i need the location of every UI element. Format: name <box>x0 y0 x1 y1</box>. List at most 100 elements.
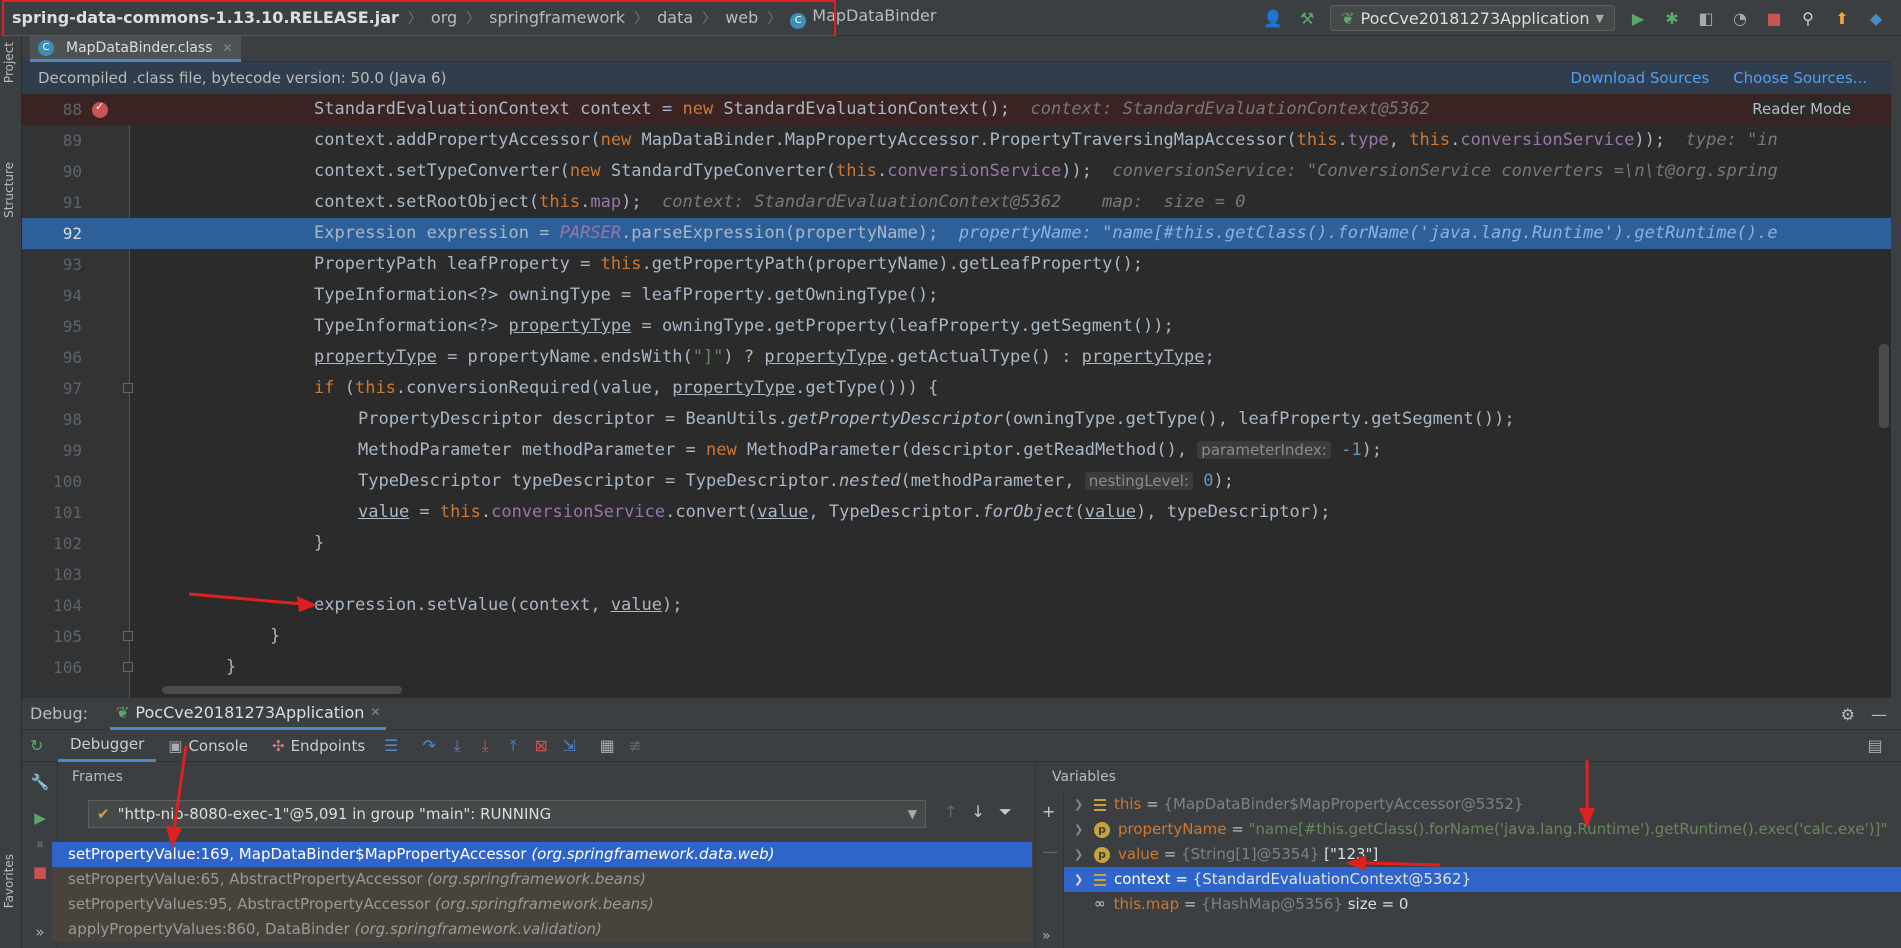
breadcrumb-web[interactable]: web <box>725 8 758 27</box>
search-icon[interactable]: ⚲ <box>1797 7 1819 29</box>
code-line-95[interactable]: 95 TypeInformation<?> propertyType = own… <box>22 311 1891 342</box>
variable-this[interactable]: ❯ this = {MapDataBinder$MapPropertyAcces… <box>1064 792 1901 817</box>
frame-item[interactable]: setPropertyValues:95, AbstractPropertyAc… <box>52 892 1032 917</box>
fold-marker-icon[interactable] <box>123 662 133 672</box>
variable-value[interactable]: ❯ p value = {String[1]@5354} ["123"] <box>1064 842 1901 867</box>
code-line-90[interactable]: 90 context.setTypeConverter(new Standard… <box>22 156 1891 187</box>
tab-console[interactable]: ▣ Console <box>156 730 260 762</box>
update-icon[interactable]: ⬆ <box>1831 7 1853 29</box>
profile-icon[interactable]: ◔ <box>1729 7 1751 29</box>
expand-icon[interactable]: ❯ <box>1074 817 1086 842</box>
code-line-92-current[interactable]: 92 Expression expression = PARSER.parseE… <box>22 218 1891 249</box>
breadcrumb-org[interactable]: org <box>431 8 457 27</box>
arrow-down-icon[interactable]: ↓ <box>971 802 984 822</box>
stop-icon[interactable]: ■ <box>1763 7 1785 29</box>
step-into-icon[interactable]: ⤓ <box>443 732 471 760</box>
code-line-97[interactable]: 97 if (this.conversionRequired(value, pr… <box>22 373 1891 404</box>
frame-item[interactable]: setPropertyValue:169, MapDataBinder$MapP… <box>52 842 1032 867</box>
debug-bug-icon[interactable]: ✱ <box>1661 7 1683 29</box>
choose-sources-link[interactable]: Choose Sources... <box>1733 69 1867 87</box>
vertical-scrollbar[interactable] <box>1879 344 1889 428</box>
breadcrumb-class[interactable]: C MapDataBinder <box>790 6 936 29</box>
layout-icon[interactable]: ▤ <box>1861 732 1889 760</box>
expand-icon[interactable]: ❯ <box>1074 867 1086 892</box>
arrow-up-icon[interactable]: ↑ <box>944 802 957 822</box>
expand-icon[interactable]: ❯ <box>1074 842 1086 867</box>
resume-icon[interactable]: ▶ <box>28 806 52 830</box>
code-line-94[interactable]: 94 TypeInformation<?> owningType = leafP… <box>22 280 1891 311</box>
force-step-into-icon[interactable]: ⤓ <box>471 732 499 760</box>
horizontal-scrollbar[interactable] <box>162 686 402 694</box>
stop-icon[interactable]: ■ <box>28 860 52 884</box>
code-line-96[interactable]: 96 propertyType = propertyName.endsWith(… <box>22 342 1891 373</box>
evaluate-expression-icon[interactable]: ▦ <box>593 732 621 760</box>
coverage-icon[interactable]: ◧ <box>1695 7 1717 29</box>
remove-watch-icon[interactable]: — <box>1042 842 1058 861</box>
fold-marker-icon[interactable] <box>123 383 133 393</box>
close-icon[interactable]: ✕ <box>370 705 380 719</box>
breakpoint-icon[interactable] <box>92 100 108 118</box>
variable-this-map[interactable]: ∞ this.map = {HashMap@5356} size = 0 <box>1064 892 1901 917</box>
variable-context[interactable]: ❯ context = {StandardEvaluationContext@5… <box>1064 867 1901 892</box>
code-line-91[interactable]: 91 context.setRootObject(this.map); cont… <box>22 187 1891 218</box>
frame-item[interactable]: setPropertyValue:65, AbstractPropertyAcc… <box>52 867 1032 892</box>
tab-mapdatabinder-class[interactable]: C MapDataBinder.class ✕ <box>30 36 241 62</box>
code-line-89[interactable]: 89 context.addPropertyAccessor(new MapDa… <box>22 125 1891 156</box>
run-config-select[interactable]: ❦ PocCve20181273Application ▼ <box>1330 5 1615 31</box>
code-line-103[interactable]: 103 <box>22 559 1891 590</box>
pause-icon[interactable]: ⏸ <box>28 832 52 856</box>
variable-propertyname[interactable]: ❯ p propertyName = "name[#this.getClass(… <box>1064 817 1901 842</box>
code-line-100[interactable]: 100 TypeDescriptor typeDescriptor = Type… <box>22 466 1891 497</box>
breadcrumb: spring-data-commons-1.13.10.RELEASE.jar … <box>0 0 936 36</box>
favorites-tool-button[interactable]: Favorites <box>2 854 16 908</box>
fold-marker-icon[interactable] <box>123 631 133 641</box>
close-icon[interactable]: ✕ <box>223 41 233 55</box>
code-line-99[interactable]: 99 MethodParameter methodParameter = new… <box>22 435 1891 466</box>
download-sources-link[interactable]: Download Sources <box>1571 69 1710 87</box>
code-editor[interactable]: 88 StandardEvaluationContext context = n… <box>22 94 1891 698</box>
breadcrumb-springframework[interactable]: springframework <box>489 8 625 27</box>
frame-method: applyPropertyValues:860, DataBinder <box>68 920 350 938</box>
run-to-cursor-icon[interactable]: ⇲ <box>555 732 583 760</box>
step-over-icon[interactable]: ↷ <box>415 732 443 760</box>
code-line-98[interactable]: 98 PropertyDescriptor descriptor = BeanU… <box>22 404 1891 435</box>
minimize-icon[interactable]: — <box>1871 705 1887 724</box>
filter-icon[interactable]: ⏷ <box>999 802 1012 822</box>
more-icon[interactable]: » <box>1042 928 1051 944</box>
gear-icon[interactable]: ⚙ <box>1841 705 1855 724</box>
step-out-icon[interactable]: ⤒ <box>499 732 527 760</box>
breadcrumb-data[interactable]: data <box>657 8 693 27</box>
thread-select[interactable]: ✔ "http-nio-8080-exec-1"@5,091 in group … <box>88 800 926 828</box>
debug-session-tab[interactable]: ❦ PocCve20181273Application ✕ <box>110 698 387 730</box>
more-icon[interactable]: » <box>28 920 52 944</box>
user-icon[interactable]: 👤 <box>1262 7 1284 29</box>
build-hammer-icon[interactable]: ⚒ <box>1296 7 1318 29</box>
tab-endpoints[interactable]: ✣ Endpoints <box>260 730 377 762</box>
menu-lines-icon[interactable]: ☰ <box>377 732 405 760</box>
line-number: 96 <box>62 348 82 367</box>
add-watch-icon[interactable]: + <box>1042 802 1055 821</box>
code-line-88[interactable]: 88 StandardEvaluationContext context = n… <box>22 94 1891 125</box>
wrench-icon[interactable]: 🔧 <box>28 770 52 794</box>
rerun-icon[interactable]: ↻ <box>22 736 58 755</box>
reader-mode-button[interactable]: Reader Mode <box>1752 100 1851 118</box>
breadcrumb-jar[interactable]: spring-data-commons-1.13.10.RELEASE.jar <box>12 8 399 27</box>
code-line-104[interactable]: 104 expression.setValue(context, value); <box>22 590 1891 621</box>
run-icon[interactable]: ▶ <box>1627 7 1649 29</box>
tab-debugger[interactable]: Debugger <box>58 730 157 762</box>
code-line-102[interactable]: 102 } <box>22 528 1891 559</box>
plugin-icon[interactable]: ◆ <box>1865 7 1887 29</box>
code-line-93[interactable]: 93 PropertyPath leafProperty = this.getP… <box>22 249 1891 280</box>
code-line-106[interactable]: 106 } <box>22 652 1891 683</box>
structure-tool-button[interactable]: Structure <box>2 162 16 218</box>
chevron-right-icon: 〉 <box>767 10 782 27</box>
navigation-bar: spring-data-commons-1.13.10.RELEASE.jar … <box>0 0 1901 37</box>
class-icon: C <box>790 13 807 29</box>
trace-icon[interactable]: ≢ <box>621 732 649 760</box>
frame-item[interactable]: applyPropertyValues:860, DataBinder (org… <box>52 917 1032 942</box>
drop-frame-icon[interactable]: ⊠ <box>527 732 555 760</box>
code-line-101[interactable]: 101 value = this.conversionService.conve… <box>22 497 1891 528</box>
expand-icon[interactable]: ❯ <box>1074 792 1086 817</box>
code-line-105[interactable]: 105 } <box>22 621 1891 652</box>
project-tool-button[interactable]: Project <box>2 42 16 83</box>
